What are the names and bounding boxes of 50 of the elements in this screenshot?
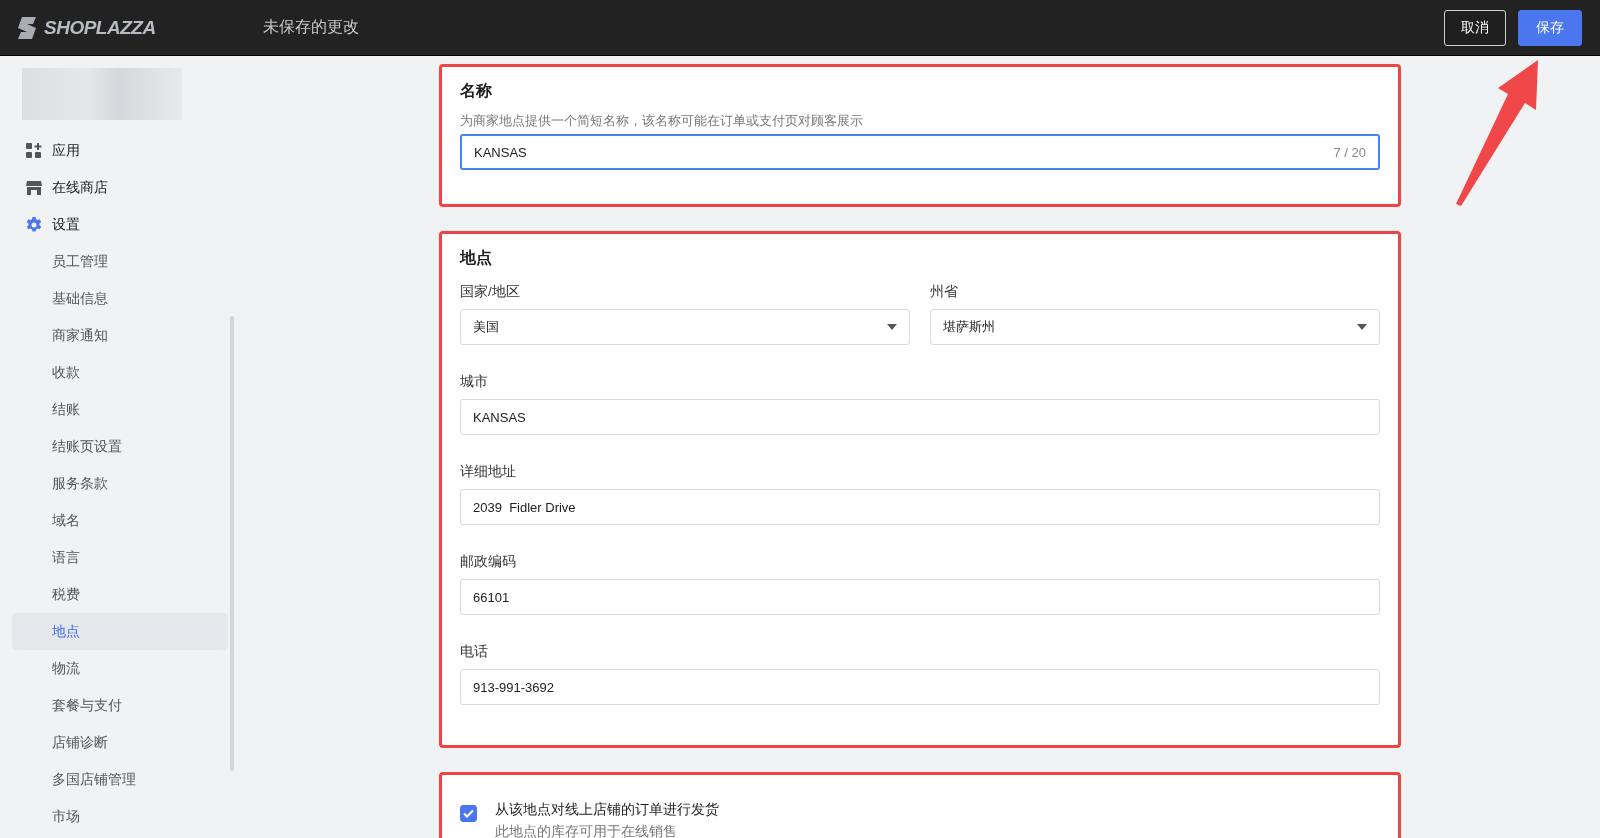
logo-icon — [18, 16, 38, 39]
sidebar-subitem[interactable]: 市场 — [12, 798, 228, 835]
sidebar-subitem[interactable]: 域名 — [12, 502, 228, 539]
sidebar-subitem[interactable]: 税费 — [12, 576, 228, 613]
input-field[interactable]: 913-991-3692 — [460, 669, 1380, 705]
sidebar-subitem[interactable]: 结账 — [12, 391, 228, 428]
select-field[interactable]: 美国 — [460, 309, 910, 345]
input-field[interactable]: 66101 — [460, 579, 1380, 615]
cancel-button[interactable]: 取消 — [1444, 9, 1506, 46]
sidebar-subitem[interactable]: 物流 — [12, 650, 228, 687]
field-label: 州省 — [930, 283, 959, 301]
sidebar-item[interactable]: 设置 — [12, 206, 228, 243]
checkbox-description: 此地点的库存可用于在线销售 — [495, 823, 678, 838]
field-label: 电话 — [460, 643, 489, 661]
sidebar-subitem[interactable]: 套餐与支付 — [12, 687, 228, 724]
sidebar-subitem[interactable]: 基础信息 — [12, 280, 228, 317]
input-field[interactable]: 2039 Fidler Drive — [460, 489, 1380, 525]
checkbox-label: 从该地点对线上店铺的订单进行发货 — [495, 801, 719, 819]
select-field[interactable]: 堪萨斯州 — [930, 309, 1380, 345]
sidebar-subitem[interactable]: 地点 — [12, 613, 228, 650]
field-label: 详细地址 — [460, 463, 517, 481]
sidebar-item[interactable]: 应用 — [12, 132, 228, 169]
sidebar-subitem[interactable]: 语言 — [12, 539, 228, 576]
card-title: 地点 — [460, 248, 493, 268]
sidebar-item[interactable]: 在线商店 — [12, 169, 228, 206]
sidebar-subitem[interactable]: 结账页设置 — [12, 428, 228, 465]
settings-icon — [26, 216, 42, 233]
sidebar-subitem[interactable]: 员工管理 — [12, 243, 228, 280]
caret-icon — [1357, 324, 1367, 330]
field-label: 国家/地区 — [460, 283, 521, 301]
name-input-field[interactable]: KANSAS 7 / 20 — [460, 134, 1380, 170]
sidebar-subitem[interactable]: 收款 — [12, 354, 228, 391]
character-counter: 7 / 20 — [1333, 144, 1366, 160]
field-label: 邮政编码 — [460, 553, 517, 571]
page-title: 未保存的更改 — [263, 17, 360, 37]
card-title: 名称 — [460, 81, 493, 101]
save-button[interactable]: 保存 — [1518, 9, 1582, 46]
store-icon — [26, 179, 42, 196]
field-label: 城市 — [460, 373, 489, 391]
sidebar-subitem[interactable]: 多国店铺管理 — [12, 761, 228, 798]
hint-text: 为商家地点提供一个简短名称，该名称可能在订单或支付页对顾客展示 — [460, 112, 864, 130]
sidebar-subitem[interactable]: 商家通知 — [12, 317, 228, 354]
checkbox[interactable] — [460, 805, 477, 822]
sidebar-subitem[interactable]: 服务条款 — [12, 465, 228, 502]
checkmark-icon — [463, 809, 474, 818]
caret-icon — [887, 324, 897, 330]
apps-icon — [26, 142, 42, 159]
sidebar-subitem[interactable]: 店铺诊断 — [12, 724, 228, 761]
input-field[interactable]: KANSAS — [460, 399, 1380, 435]
brand-logo-text: SHOPLAZZA — [44, 16, 156, 39]
